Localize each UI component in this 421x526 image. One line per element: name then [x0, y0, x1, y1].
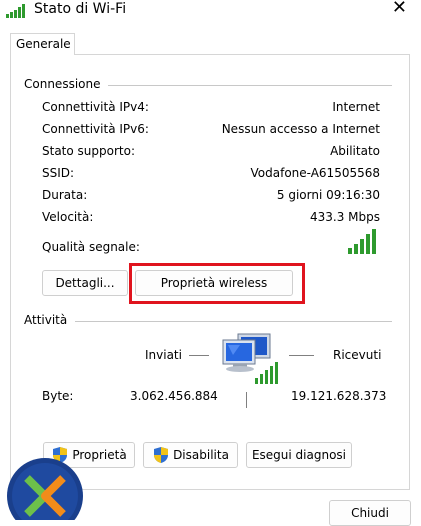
- connection-section-label: Connessione: [24, 77, 101, 91]
- wifi-signal-icon: [6, 4, 25, 18]
- duration-value: 5 giorni 09:16:30: [276, 188, 380, 202]
- network-computers-icon: [222, 333, 278, 384]
- diagnose-button[interactable]: Esegui diagnosi: [246, 442, 352, 468]
- received-connector: [289, 355, 314, 356]
- title-bar: Stato di Wi-Fi ✕: [0, 0, 421, 22]
- media-state-value: Abilitato: [330, 144, 380, 158]
- ipv6-label: Connettività IPv6:: [42, 122, 149, 136]
- received-label: Ricevuti: [333, 348, 382, 362]
- media-state-label: Stato supporto:: [42, 144, 135, 158]
- activity-separator: [246, 392, 247, 408]
- close-button-label: Chiudi: [351, 506, 389, 520]
- details-button[interactable]: Dettagli...: [42, 270, 128, 296]
- speed-value: 433.3 Mbps: [309, 210, 380, 224]
- sent-label: Inviati: [145, 348, 182, 362]
- bytes-received-value: 19.121.628.373: [291, 389, 387, 403]
- connection-divider: [108, 85, 392, 86]
- diagnose-button-label: Esegui diagnosi: [251, 448, 347, 462]
- shield-icon: [154, 447, 169, 463]
- ssid-label: SSID:: [42, 166, 75, 180]
- ipv4-value: Internet: [332, 100, 380, 114]
- close-button[interactable]: Chiudi: [329, 500, 411, 526]
- disable-button[interactable]: Disabilita: [143, 442, 238, 468]
- ipv6-value: Nessun accesso a Internet: [221, 122, 380, 136]
- signal-bars-icon: [348, 229, 376, 254]
- details-button-label: Dettagli...: [55, 276, 115, 290]
- bytes-sent-value: 3.062.456.884: [130, 389, 218, 403]
- signal-quality-label: Qualità segnale:: [42, 240, 140, 254]
- sent-connector: [189, 355, 209, 356]
- overlay-logo-icon: [7, 458, 83, 520]
- activity-section-label: Attività: [24, 313, 68, 327]
- disable-button-label: Disabilita: [173, 448, 229, 462]
- highlight-box: [129, 263, 305, 304]
- duration-label: Durata:: [42, 188, 88, 202]
- close-icon[interactable]: ✕: [392, 0, 407, 18]
- ipv4-label: Connettività IPv4:: [42, 100, 149, 114]
- ssid-value: Vodafone-A61505568: [250, 166, 381, 180]
- activity-divider: [75, 321, 392, 322]
- bytes-label: Byte:: [42, 389, 74, 403]
- speed-label: Velocità:: [42, 210, 94, 224]
- tab-generale[interactable]: Generale: [10, 33, 75, 55]
- window-title: Stato di Wi-Fi: [34, 1, 127, 17]
